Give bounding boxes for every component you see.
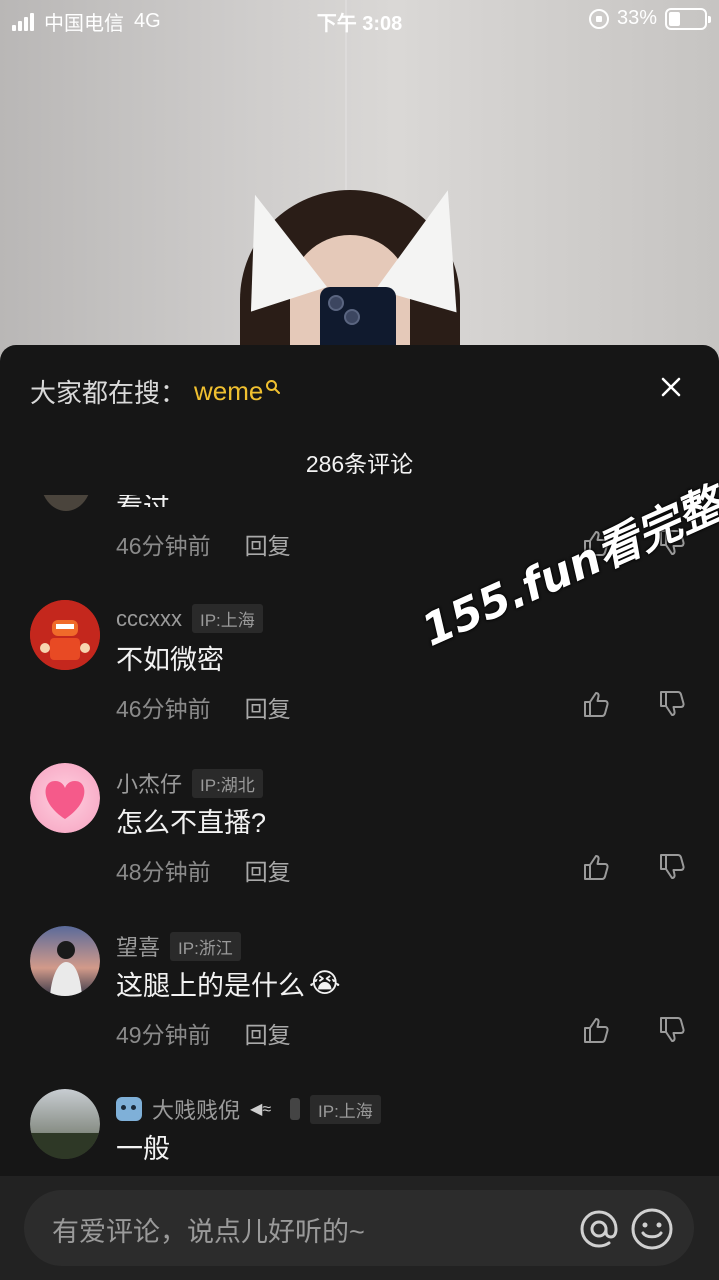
ip-location-badge: IP:湖北 (192, 768, 263, 798)
crying-face-emoji: 😭 (309, 968, 341, 999)
comment-input-placeholder: 有爱评论，说点儿好听的~ (52, 1217, 365, 1247)
search-keyword: weme (194, 376, 264, 406)
comment-time: 48分钟前 (116, 859, 211, 885)
battery-percent: 33% (616, 7, 657, 29)
comment-username[interactable]: 望喜 (116, 930, 160, 962)
comment-text[interactable]: 不如微密 (116, 638, 224, 677)
figure-icon (290, 1098, 301, 1120)
avatar[interactable] (30, 763, 100, 833)
at-icon[interactable] (576, 1206, 622, 1252)
search-prefix: 大家都在搜： (30, 378, 187, 408)
comment-time: 46分钟前 (116, 696, 211, 722)
video-background[interactable] (0, 0, 719, 380)
avatar[interactable] (30, 926, 100, 996)
battery-icon (665, 7, 711, 30)
comment-time: 46分钟前 (116, 533, 211, 559)
close-button[interactable] (653, 369, 689, 405)
comment-meta: 49分钟前 回复 (116, 1016, 291, 1050)
ip-location-badge: IP:浙江 (170, 931, 241, 961)
avatar[interactable] (30, 600, 100, 670)
comment-username[interactable]: cccxxx (116, 606, 182, 632)
trending-search[interactable]: 大家都在搜： weme (30, 373, 281, 410)
thumbs-up-icon[interactable] (580, 1014, 612, 1046)
comment-text[interactable]: 一般 (116, 1127, 170, 1166)
thumbs-down-icon[interactable] (656, 688, 688, 720)
comment-time: 49分钟前 (116, 1022, 211, 1048)
status-bar: 中国电信 4G 下午 3:08 33% (0, 0, 719, 40)
comment-text-content: 怎么不直播? (116, 808, 267, 838)
comment-username[interactable]: 大贱贱倪 (152, 1093, 240, 1125)
comment-username[interactable]: 小杰仔 (116, 767, 182, 799)
orientation-lock-icon (588, 8, 609, 29)
ip-location-badge: IP:上海 (310, 1094, 381, 1124)
comment-input[interactable]: 有爱评论，说点儿好听的~ (24, 1190, 694, 1266)
thumbs-down-icon[interactable] (656, 851, 688, 883)
close-icon (661, 377, 681, 397)
reply-button[interactable]: 回复 (245, 690, 291, 724)
comment-text-content: 一般 (116, 1134, 170, 1164)
comment-list[interactable]: 看过 46分钟前 回复 (0, 495, 719, 1175)
comment-text-content: 这腿上的是什么 (116, 971, 305, 1001)
comment-meta: 46分钟前 回复 (116, 527, 291, 561)
ip-location-badge: IP:上海 (192, 604, 263, 633)
comment-text-content: 不如微密 (116, 645, 224, 675)
comment-count: 286条评论 (305, 451, 414, 477)
avatar[interactable] (30, 1089, 100, 1159)
decorative-symbol-icon: ◀≈ (250, 1101, 272, 1118)
comment-text[interactable]: 怎么不直播? (116, 801, 266, 840)
comment-meta: 48分钟前 回复 (116, 853, 291, 887)
reply-button[interactable]: 回复 (245, 853, 291, 887)
thumbs-up-icon[interactable] (580, 851, 612, 883)
thumbs-down-icon[interactable] (656, 1014, 688, 1046)
robot-icon (116, 1097, 142, 1121)
comment-sheet: 大家都在搜： weme 286条评论 看过 46分钟前 回复 (0, 345, 719, 1280)
reply-button[interactable]: 回复 (245, 527, 291, 561)
comment-text: 看过 (116, 495, 170, 507)
search-keyword-link[interactable]: weme (194, 376, 281, 407)
emoji-icon[interactable] (629, 1206, 675, 1252)
comment-text[interactable]: 这腿上的是什么 😭 (116, 964, 341, 1003)
thumbs-up-icon[interactable] (580, 688, 612, 720)
comment-meta: 46分钟前 回复 (116, 690, 291, 724)
search-icon (266, 379, 281, 394)
reply-button[interactable]: 回复 (245, 1016, 291, 1050)
avatar[interactable] (40, 495, 92, 511)
comment-input-bar: 有爱评论，说点儿好听的~ (0, 1176, 719, 1280)
